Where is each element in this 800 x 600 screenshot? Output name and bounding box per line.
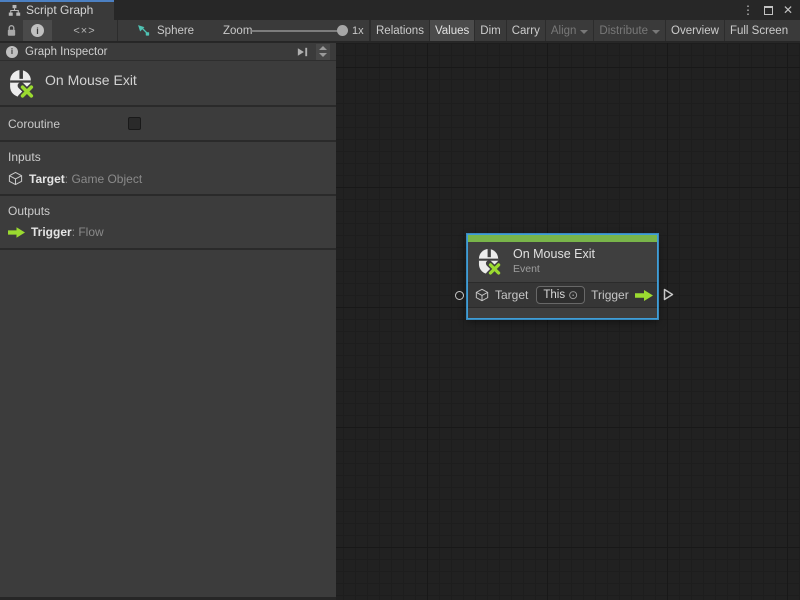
on-mouse-exit-icon bbox=[9, 69, 34, 98]
output-port-type: : Flow bbox=[72, 225, 104, 239]
coroutine-row: Coroutine bbox=[0, 107, 336, 142]
more-menu-icon[interactable]: ⋮ bbox=[740, 1, 756, 19]
target-port-label: Target bbox=[495, 288, 528, 302]
info-icon: i bbox=[31, 24, 44, 37]
inputs-section: Inputs Target: Game Object bbox=[0, 142, 336, 196]
tab-label: Script Graph bbox=[26, 3, 93, 17]
output-port-row: Trigger: Flow bbox=[8, 225, 104, 239]
game-object-cube-icon bbox=[475, 288, 489, 302]
arrow-up-icon bbox=[319, 46, 327, 50]
zoom-label: Zoom bbox=[223, 20, 252, 41]
lock-button[interactable] bbox=[0, 20, 23, 41]
align-dropdown[interactable]: Align bbox=[545, 20, 594, 41]
toolbar-button-group: Relations Values Dim Carry Align Distrib… bbox=[370, 20, 800, 41]
script-graph-window: Script Graph ⋮ ✕ i <×> bbox=[0, 0, 800, 600]
tab-script-graph[interactable]: Script Graph bbox=[0, 0, 114, 20]
unit-title: On Mouse Exit bbox=[45, 72, 137, 88]
active-tab-accent bbox=[0, 0, 114, 2]
event-accent-bar bbox=[468, 235, 657, 242]
chevron-down-icon bbox=[580, 30, 588, 34]
zoom-slider-track[interactable] bbox=[251, 30, 343, 32]
node-footer bbox=[468, 308, 657, 318]
node-ports-row: Target This ⊙ Trigger bbox=[468, 283, 657, 307]
values-button[interactable]: Values bbox=[429, 20, 474, 41]
node-subtitle: Event bbox=[513, 263, 540, 275]
object-picker-icon: ⊙ bbox=[568, 289, 578, 301]
relations-button[interactable]: Relations bbox=[370, 20, 429, 41]
graph-hierarchy-icon bbox=[8, 4, 21, 17]
outputs-header: Outputs bbox=[8, 204, 50, 218]
graph-canvas[interactable]: On Mouse Exit Event Target This ⊙ bbox=[336, 43, 800, 600]
script-graph-asset-icon bbox=[136, 23, 151, 38]
output-port-name: Trigger bbox=[31, 225, 72, 239]
graph-inspector-header: i Graph Inspector bbox=[0, 43, 336, 61]
panel-scroll-spinner[interactable] bbox=[316, 44, 330, 60]
trigger-port-label: Trigger bbox=[591, 288, 629, 302]
outputs-section: Outputs Trigger: Flow bbox=[0, 196, 336, 250]
on-mouse-exit-icon bbox=[478, 248, 501, 275]
node-title: On Mouse Exit bbox=[513, 247, 595, 261]
close-icon[interactable]: ✕ bbox=[780, 1, 796, 19]
inputs-header: Inputs bbox=[8, 150, 41, 164]
flow-arrow-icon bbox=[8, 227, 25, 238]
target-object-picker[interactable]: This ⊙ bbox=[536, 286, 585, 304]
node-on-mouse-exit[interactable]: On Mouse Exit Event Target This ⊙ bbox=[467, 234, 658, 319]
lock-icon bbox=[6, 24, 17, 37]
chevron-down-icon bbox=[652, 30, 660, 34]
coroutine-label: Coroutine bbox=[8, 117, 60, 131]
inspector-empty-area bbox=[0, 250, 336, 597]
graph-toolbar: i <×> Sphere Zoom 1x Relations Values Di… bbox=[0, 20, 800, 42]
dim-button[interactable]: Dim bbox=[474, 20, 505, 41]
zoom-slider-knob[interactable] bbox=[337, 25, 348, 36]
toolbar-separator bbox=[117, 20, 118, 41]
code-preview-button[interactable]: <×> bbox=[52, 20, 117, 41]
graph-owner-label: Sphere bbox=[157, 20, 194, 41]
distribute-dropdown[interactable]: Distribute bbox=[593, 20, 665, 41]
flow-arrow-icon bbox=[635, 290, 653, 301]
inspector-toggle-button[interactable]: i bbox=[23, 20, 52, 41]
input-port-name: Target bbox=[29, 172, 65, 186]
maximize-icon[interactable] bbox=[760, 1, 776, 19]
tab-bar: Script Graph ⋮ ✕ bbox=[0, 0, 800, 20]
coroutine-checkbox[interactable] bbox=[128, 117, 141, 130]
unit-summary: On Mouse Exit bbox=[0, 61, 336, 107]
info-icon: i bbox=[6, 46, 18, 58]
overview-button[interactable]: Overview bbox=[665, 20, 724, 41]
window-content: i Graph Inspector bbox=[0, 43, 800, 600]
full-screen-button[interactable]: Full Screen bbox=[724, 20, 793, 41]
dock-panel-icon[interactable] bbox=[296, 46, 309, 58]
input-port-type: : Game Object bbox=[65, 172, 142, 186]
window-controls: ⋮ ✕ bbox=[740, 0, 800, 20]
node-input-connector[interactable] bbox=[455, 291, 464, 300]
carry-button[interactable]: Carry bbox=[506, 20, 545, 41]
input-port-row: Target: Game Object bbox=[8, 171, 142, 186]
game-object-cube-icon bbox=[8, 171, 23, 186]
node-output-connector[interactable] bbox=[663, 288, 674, 301]
graph-inspector-panel: i Graph Inspector bbox=[0, 43, 336, 600]
arrow-down-icon bbox=[319, 53, 327, 57]
panel-title: Graph Inspector bbox=[25, 46, 289, 58]
zoom-value: 1x bbox=[352, 20, 364, 41]
node-header[interactable]: On Mouse Exit Event bbox=[468, 242, 657, 282]
